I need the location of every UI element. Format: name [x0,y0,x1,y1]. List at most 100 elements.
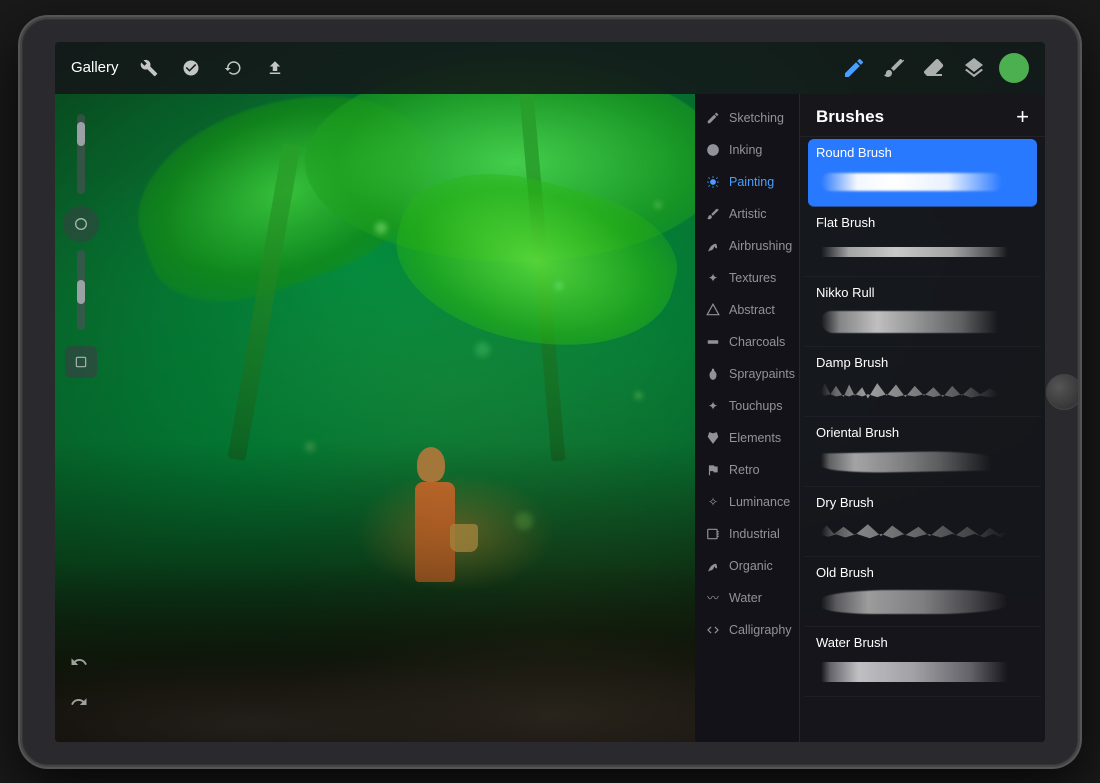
category-airbrushing[interactable]: Airbrushing [695,230,799,262]
category-spraypaints[interactable]: Spraypaints [695,358,799,390]
brush-list: Brushes + Round Brush Flat Brush [800,94,1045,742]
brush-item-oriental[interactable]: Oriental Brush [804,419,1041,487]
brush-panel-header: Brushes + [800,94,1045,137]
charcoals-icon [705,334,721,350]
category-luminance[interactable]: ✧ Luminance [695,486,799,518]
brush-preview-dry [816,514,1029,550]
brush-name-oriental: Oriental Brush [816,425,1029,440]
brush-categories: Sketching Inking Painting [695,94,800,742]
category-calligraphy[interactable]: Calligraphy [695,614,799,646]
brush-name-round: Round Brush [816,145,1029,160]
stroke-flat [821,247,1008,257]
character [405,422,475,582]
brush-item-old[interactable]: Old Brush [804,559,1041,627]
undo-history-icon[interactable] [219,54,247,82]
spraypaints-icon [705,366,721,382]
wrench-icon[interactable] [135,54,163,82]
airbrushing-icon [705,238,721,254]
color-picker-small[interactable] [63,206,99,242]
bokeh-2 [555,282,563,290]
brush-name-old: Old Brush [816,565,1029,580]
brush-item-damp[interactable]: Damp Brush [804,349,1041,417]
opacity-slider[interactable] [77,114,85,194]
category-painting[interactable]: Painting [695,166,799,198]
bokeh-3 [475,342,490,357]
elements-icon [705,430,721,446]
brush-preview-flat [816,234,1029,270]
bokeh-7 [515,512,533,530]
brush-name-dry: Dry Brush [816,495,1029,510]
category-water[interactable]: 〰 Water [695,582,799,614]
industrial-icon [705,526,721,542]
brush-item-dry[interactable]: Dry Brush [804,489,1041,557]
organic-icon [705,558,721,574]
water-icon: 〰 [705,590,721,606]
category-organic[interactable]: Organic [695,550,799,582]
bokeh-6 [635,392,642,399]
brush-name-water: Water Brush [816,635,1029,650]
brush-preview-damp [816,374,1029,410]
char-basket [450,524,478,552]
brush-preview-nikko [816,304,1029,340]
smudge-tool-button[interactable] [879,53,909,83]
toolbar-left: Gallery [71,54,289,82]
brush-item-nikko[interactable]: Nikko Rull [804,279,1041,347]
char-head [417,447,445,482]
artistic-icon [705,206,721,222]
draw-tool-button[interactable] [839,53,869,83]
brush-item-round[interactable]: Round Brush [808,139,1037,207]
adjustments-icon[interactable] [177,54,205,82]
category-artistic[interactable]: Artistic [695,198,799,230]
ipad-screen: Gallery [55,42,1045,742]
layers-button[interactable] [959,53,989,83]
stroke-dry [821,520,1008,544]
share-icon[interactable] [261,54,289,82]
redo-button[interactable] [63,686,95,718]
brush-panel: Sketching Inking Painting [695,94,1045,742]
undo-button[interactable] [63,646,95,678]
bokeh-4 [655,202,661,208]
category-elements[interactable]: Elements [695,422,799,454]
bokeh-5 [305,442,315,452]
category-charcoals[interactable]: Charcoals [695,326,799,358]
opacity-thumb[interactable] [77,122,85,146]
textures-icon: ✦ [705,270,721,286]
category-sketching[interactable]: Sketching [695,102,799,134]
brush-name-nikko: Nikko Rull [816,285,1029,300]
brush-name-flat: Flat Brush [816,215,1029,230]
brush-item-water[interactable]: Water Brush [804,629,1041,697]
gallery-button[interactable]: Gallery [71,59,119,76]
toolbar: Gallery [55,42,1045,94]
add-brush-button[interactable]: + [1016,106,1029,128]
stroke-nikko [821,311,1008,333]
color-picker-button[interactable] [999,53,1029,83]
category-industrial[interactable]: Industrial [695,518,799,550]
category-touchups[interactable]: ✦ Touchups [695,390,799,422]
eraser-tool-button[interactable] [919,53,949,83]
home-button[interactable] [1046,374,1080,410]
stroke-water [821,662,1008,682]
luminance-icon: ✧ [705,494,721,510]
square-tool-button[interactable] [65,346,97,378]
stroke-round [821,173,1002,191]
ipad-frame: Gallery [20,17,1080,767]
size-thumb[interactable] [77,280,85,304]
abstract-icon [705,302,721,318]
stroke-old [821,590,1008,614]
bokeh-1 [375,222,387,234]
calligraphy-icon [705,622,721,638]
brush-item-flat[interactable]: Flat Brush [804,209,1041,277]
undo-redo-buttons [63,646,95,718]
category-abstract[interactable]: Abstract [695,294,799,326]
category-textures[interactable]: ✦ Textures [695,262,799,294]
left-sidebar [55,94,107,742]
brush-name-damp: Damp Brush [816,355,1029,370]
toolbar-icons [135,54,289,82]
inking-icon [705,142,721,158]
size-slider-container [77,250,85,330]
opacity-slider-container [77,114,85,194]
category-inking[interactable]: Inking [695,134,799,166]
size-slider[interactable] [77,250,85,330]
toolbar-right [839,53,1029,83]
category-retro[interactable]: Retro [695,454,799,486]
